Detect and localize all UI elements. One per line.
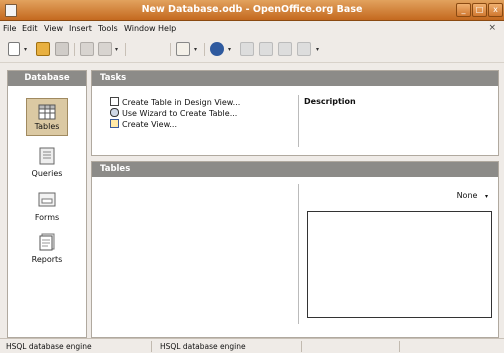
description-label: Description [304, 97, 356, 106]
toolbar-overflow-icon[interactable]: ▾ [316, 46, 319, 53]
sidebar-item-label: Tables [34, 122, 60, 131]
close-button[interactable]: x [488, 3, 503, 17]
menu-file[interactable]: File [3, 24, 16, 33]
status-field-1: HSQL database engine [2, 341, 152, 352]
sidebar-item-queries[interactable]: Queries [8, 147, 86, 178]
chevron-down-icon: ▾ [484, 193, 488, 200]
maximize-button[interactable]: □ [472, 3, 487, 17]
queries-icon [38, 147, 56, 165]
new-dropdown-icon[interactable]: ▾ [24, 46, 27, 53]
edit-icon[interactable] [80, 42, 94, 56]
sort-descending-icon[interactable] [150, 42, 164, 56]
create-view-icon [110, 119, 119, 128]
reports-icon [38, 233, 56, 251]
window-title: New Database.odb - OpenOffice.org Base [141, 4, 363, 15]
menu-view[interactable]: View [44, 24, 63, 33]
status-field-3 [306, 341, 400, 352]
preview-mode-dropdown[interactable]: None ▾ [457, 191, 488, 200]
save-icon[interactable] [55, 42, 69, 56]
sidebar-item-label: Queries [31, 169, 63, 178]
task-create-view[interactable]: Create View... [110, 119, 177, 130]
sidebar-item-tables[interactable]: Tables [8, 98, 86, 136]
report-dropdown-icon[interactable]: ▾ [194, 46, 197, 53]
relations-icon[interactable] [297, 42, 311, 56]
query-icon[interactable] [240, 42, 254, 56]
tables-divider [298, 184, 299, 324]
wizard-icon [110, 108, 119, 117]
task-label: Create View... [122, 120, 178, 129]
window-titlebar[interactable]: New Database.odb - OpenOffice.org Base _… [0, 0, 504, 21]
help-dropdown-icon[interactable]: ▾ [228, 46, 231, 53]
open-folder-icon[interactable] [36, 42, 50, 56]
tables-panel-header: Tables [92, 162, 498, 177]
sidebar-item-label: Reports [31, 255, 63, 264]
tasks-divider [298, 95, 299, 147]
menubar: File Edit View Insert Tools Window Help … [0, 21, 504, 36]
sidebar-item-label: Forms [34, 213, 60, 222]
menu-help[interactable]: Help [158, 24, 176, 33]
new-document-icon[interactable] [8, 42, 20, 56]
table-icon[interactable] [259, 42, 273, 56]
status-field-2: HSQL database engine [156, 341, 302, 352]
preview-area [307, 211, 492, 318]
menu-insert[interactable]: Insert [69, 24, 92, 33]
help-icon[interactable] [210, 42, 224, 56]
sidebar-item-forms[interactable]: Forms [8, 191, 86, 222]
menu-tools[interactable]: Tools [98, 24, 118, 33]
tables-panel: Tables None ▾ [91, 161, 499, 338]
task-label: Use Wizard to Create Table... [122, 109, 238, 118]
sort-ascending-icon[interactable] [131, 42, 145, 56]
task-use-wizard-create-table[interactable]: Use Wizard to Create Table... [110, 108, 237, 119]
tables-icon [38, 103, 56, 121]
status-field-4 [404, 341, 502, 352]
standard-toolbar: ▾ ▾ ▾ ▾ ▾ [0, 37, 504, 63]
form-dropdown-icon[interactable]: ▾ [115, 46, 118, 53]
menu-window[interactable]: Window [124, 24, 156, 33]
minimize-button[interactable]: _ [456, 3, 471, 17]
close-document-icon[interactable]: × [488, 23, 496, 33]
report-icon[interactable] [176, 42, 190, 56]
menu-edit[interactable]: Edit [22, 24, 38, 33]
statusbar: HSQL database engine HSQL database engin… [0, 338, 504, 353]
forms-icon [38, 191, 56, 209]
sidebar-item-reports[interactable]: Reports [8, 233, 86, 264]
design-view-icon [110, 97, 119, 106]
tasks-panel-header: Tasks [92, 71, 498, 86]
form-icon[interactable] [98, 42, 112, 56]
task-create-table-design-view[interactable]: Create Table in Design View... [110, 97, 240, 108]
database-panel: Database Tables Queries Forms Reports [7, 70, 87, 338]
preview-mode-value: None [456, 191, 478, 200]
view-icon[interactable] [278, 42, 292, 56]
task-label: Create Table in Design View... [122, 98, 241, 107]
database-panel-header: Database [8, 71, 86, 86]
tasks-panel: Tasks Create Table in Design View... Use… [91, 70, 499, 156]
